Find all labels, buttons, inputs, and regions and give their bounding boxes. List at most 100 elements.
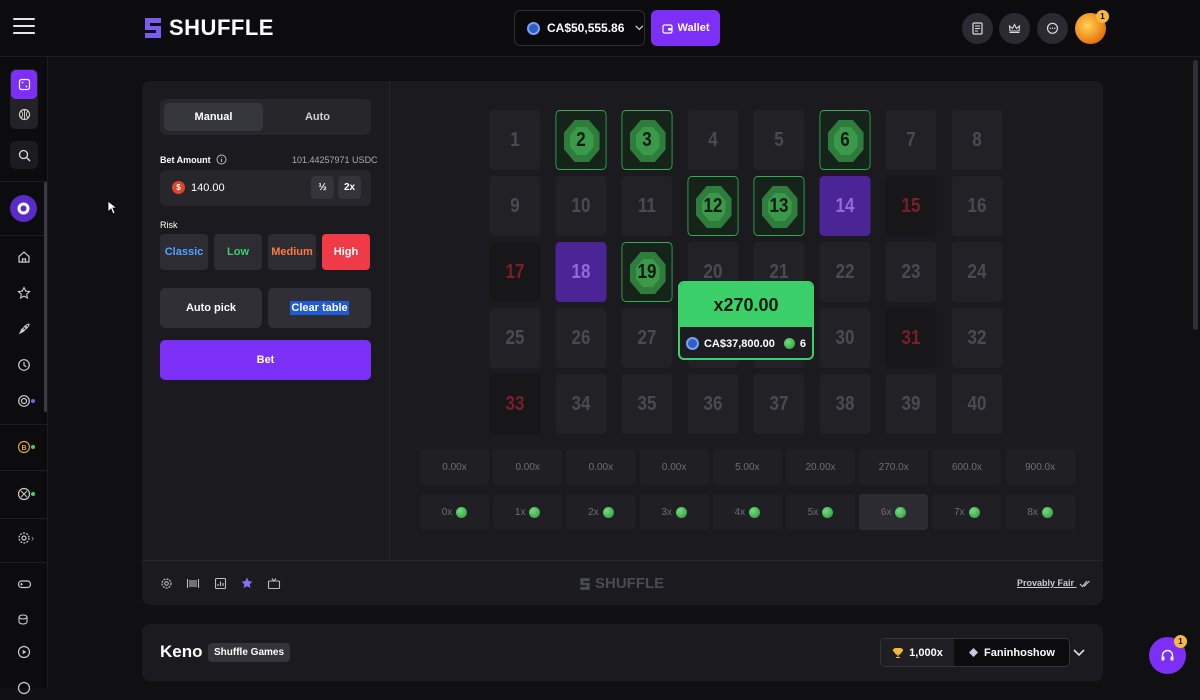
keno-tile-26[interactable]: 26 xyxy=(555,308,607,368)
keno-tile-39[interactable]: 39 xyxy=(885,374,937,434)
page-scrollbar[interactable] xyxy=(1193,60,1198,330)
auto-pick-button[interactable]: Auto pick xyxy=(160,288,262,328)
keno-tile-13[interactable]: 13 xyxy=(753,176,805,236)
record-badge[interactable]: 1,000x Faninhoshow xyxy=(880,638,1070,667)
sidebar-scrollbar[interactable] xyxy=(44,182,47,412)
keno-tile-10[interactable]: 10 xyxy=(555,176,607,236)
brand-name: SHUFFLE xyxy=(169,15,274,40)
keno-tile-5[interactable]: 5 xyxy=(753,110,805,170)
settings-icon xyxy=(18,532,30,544)
keno-tile-number: 36 xyxy=(703,392,723,415)
favourite-button[interactable] xyxy=(240,576,254,590)
risk-low-button[interactable]: Low xyxy=(214,234,262,270)
brand-logo[interactable]: SHUFFLE xyxy=(143,15,274,41)
keno-tile-25[interactable]: 25 xyxy=(489,308,541,368)
star-filled-icon xyxy=(241,577,253,588)
keno-tile-14[interactable]: 14 xyxy=(819,176,871,236)
keno-tile-7[interactable]: 7 xyxy=(885,110,937,170)
theatre-mode-button[interactable] xyxy=(186,576,200,590)
chevron-down-icon[interactable] xyxy=(1073,649,1085,657)
keno-tile-16[interactable]: 16 xyxy=(951,176,1003,236)
sports-toggle[interactable] xyxy=(12,102,36,126)
gamepad-icon xyxy=(17,580,31,589)
originals-link[interactable] xyxy=(12,317,36,341)
keno-tile-33[interactable]: 33 xyxy=(489,374,541,434)
risk-medium-button[interactable]: Medium xyxy=(268,234,316,270)
keno-tile-23[interactable]: 23 xyxy=(885,242,937,302)
support-badge: 1 xyxy=(1174,635,1187,648)
keno-tile-number: 7 xyxy=(906,128,916,151)
mouse-cursor-icon xyxy=(107,200,117,215)
gem-icon xyxy=(968,506,980,518)
bet-slip-button[interactable] xyxy=(962,13,993,44)
favourites-link[interactable] xyxy=(12,281,36,305)
keno-tile-15[interactable]: 15 xyxy=(885,176,937,236)
bet-button[interactable]: Bet xyxy=(160,340,371,380)
wallet-button[interactable]: Wallet xyxy=(651,10,720,46)
lottery-button[interactable] xyxy=(10,195,37,222)
keno-tile-34[interactable]: 34 xyxy=(555,374,607,434)
chat-button[interactable] xyxy=(1037,13,1068,44)
tab-manual[interactable]: Manual xyxy=(164,103,263,131)
keno-tile-22[interactable]: 22 xyxy=(819,242,871,302)
keno-tile-12[interactable]: 12 xyxy=(687,176,739,236)
keno-tile-1[interactable]: 1 xyxy=(489,110,541,170)
provider-tag[interactable]: Shuffle Games xyxy=(208,643,291,662)
games-link[interactable] xyxy=(12,572,36,596)
keno-tile-4[interactable]: 4 xyxy=(687,110,739,170)
live-link[interactable] xyxy=(12,640,36,664)
keno-tile-11[interactable]: 11 xyxy=(621,176,673,236)
keno-tile-6[interactable]: 6 xyxy=(819,110,871,170)
balance-selector[interactable]: CA$50,555.86 xyxy=(514,10,645,46)
user-avatar[interactable]: 1 xyxy=(1075,10,1109,44)
live-stats-button[interactable] xyxy=(267,576,281,590)
more-sidebar-link[interactable] xyxy=(12,676,36,700)
keno-tile-31[interactable]: 31 xyxy=(885,308,937,368)
keno-tile-number: 16 xyxy=(967,194,987,217)
keno-tile-32[interactable]: 32 xyxy=(951,308,1003,368)
clear-table-button[interactable]: Clear table xyxy=(268,288,371,328)
provably-fair-link[interactable]: Provably Fair xyxy=(1017,578,1091,588)
keno-tile-40[interactable]: 40 xyxy=(951,374,1003,434)
settings-button[interactable] xyxy=(159,576,173,590)
stats-button[interactable] xyxy=(213,576,227,590)
keno-tile-8[interactable]: 8 xyxy=(951,110,1003,170)
keno-tile-3[interactable]: 3 xyxy=(621,110,673,170)
keno-tile-17[interactable]: 17 xyxy=(489,242,541,302)
footer-logo: SHUFFLE xyxy=(579,575,664,592)
risk-high-button[interactable]: High xyxy=(322,234,370,270)
gem-icon xyxy=(783,338,795,349)
keno-tile-36[interactable]: 36 xyxy=(687,374,739,434)
bet-amount-value[interactable]: 140.00 xyxy=(191,182,225,194)
keno-tile-37[interactable]: 37 xyxy=(753,374,805,434)
info-icon[interactable] xyxy=(216,154,227,165)
tab-auto[interactable]: Auto xyxy=(268,103,367,131)
keno-tile-number: 24 xyxy=(967,260,987,283)
half-bet-button[interactable]: ½ xyxy=(311,176,334,199)
history-icon xyxy=(18,359,30,371)
keno-tile-27[interactable]: 27 xyxy=(621,308,673,368)
double-bet-button[interactable]: 2x xyxy=(338,176,361,199)
vip-button[interactable] xyxy=(999,13,1030,44)
casino-toggle[interactable] xyxy=(11,70,37,99)
menu-icon[interactable] xyxy=(13,18,35,38)
keno-tile-number: 31 xyxy=(901,326,921,349)
keno-tile-9[interactable]: 9 xyxy=(489,176,541,236)
home-link[interactable] xyxy=(12,245,36,269)
keno-tile-24[interactable]: 24 xyxy=(951,242,1003,302)
balance-value: CA$50,555.86 xyxy=(547,21,625,35)
bet-amount-field[interactable]: $ 140.00 ½ 2x xyxy=(160,170,371,206)
keno-tile-2[interactable]: 2 xyxy=(555,110,607,170)
keno-tile-18[interactable]: 18 xyxy=(555,242,607,302)
gem-icon xyxy=(822,506,834,518)
keno-tile-35[interactable]: 35 xyxy=(621,374,673,434)
support-button[interactable]: 1 xyxy=(1149,635,1187,674)
search-button[interactable] xyxy=(10,141,38,169)
keno-tile-38[interactable]: 38 xyxy=(819,374,871,434)
hit-count-cell: 4x xyxy=(712,494,782,530)
keno-tile-30[interactable]: 30 xyxy=(819,308,871,368)
keno-tile-19[interactable]: 19 xyxy=(621,242,673,302)
recent-link[interactable] xyxy=(12,353,36,377)
promotions-link[interactable] xyxy=(12,608,36,632)
risk-classic-button[interactable]: Classic xyxy=(160,234,208,270)
